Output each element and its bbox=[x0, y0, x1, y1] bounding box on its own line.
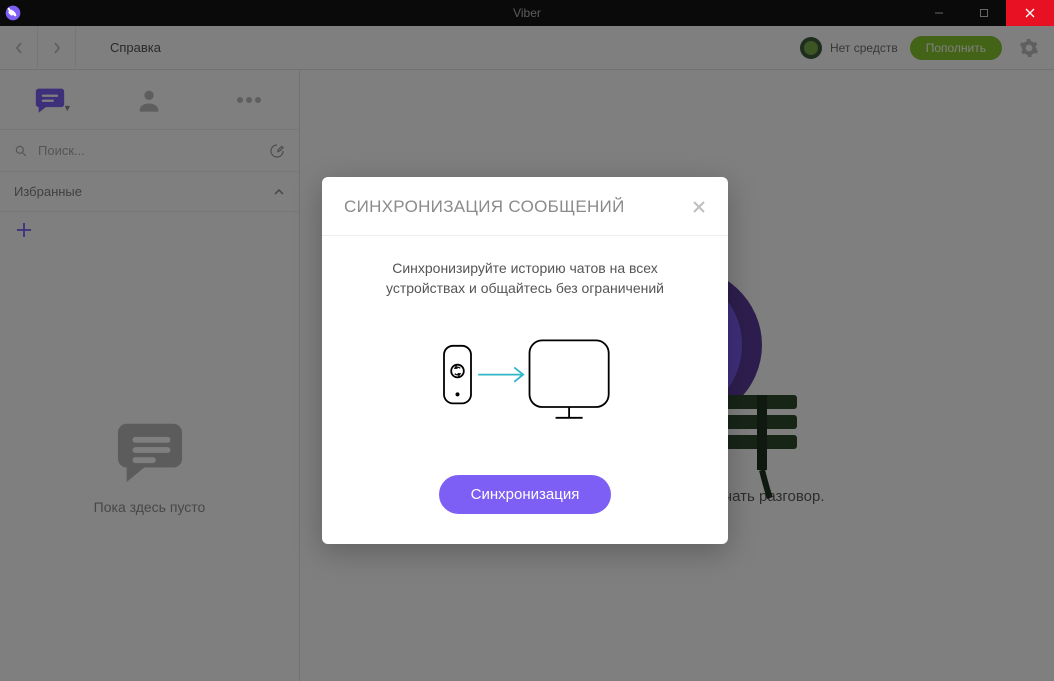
modal-close-button[interactable] bbox=[692, 200, 706, 214]
modal-body: Синхронизируйте историю чатов на всех ус… bbox=[322, 236, 728, 544]
sync-illustration bbox=[435, 335, 615, 425]
close-button[interactable] bbox=[1006, 0, 1054, 26]
window-controls bbox=[916, 0, 1054, 26]
modal-title: СИНХРОНИЗАЦИЯ СООБЩЕНИЙ bbox=[344, 197, 625, 217]
modal-description: Синхронизируйте историю чатов на всех ус… bbox=[352, 258, 698, 299]
sync-modal: СИНХРОНИЗАЦИЯ СООБЩЕНИЙ Синхронизируйте … bbox=[322, 177, 728, 544]
close-icon bbox=[692, 200, 706, 214]
minimize-button[interactable] bbox=[916, 0, 961, 26]
maximize-button[interactable] bbox=[961, 0, 1006, 26]
viber-app-icon bbox=[0, 0, 26, 26]
sync-button[interactable]: Синхронизация bbox=[439, 475, 612, 514]
window-title: Viber bbox=[0, 6, 1054, 20]
modal-header: СИНХРОНИЗАЦИЯ СООБЩЕНИЙ bbox=[322, 177, 728, 236]
window-titlebar: Viber bbox=[0, 0, 1054, 26]
